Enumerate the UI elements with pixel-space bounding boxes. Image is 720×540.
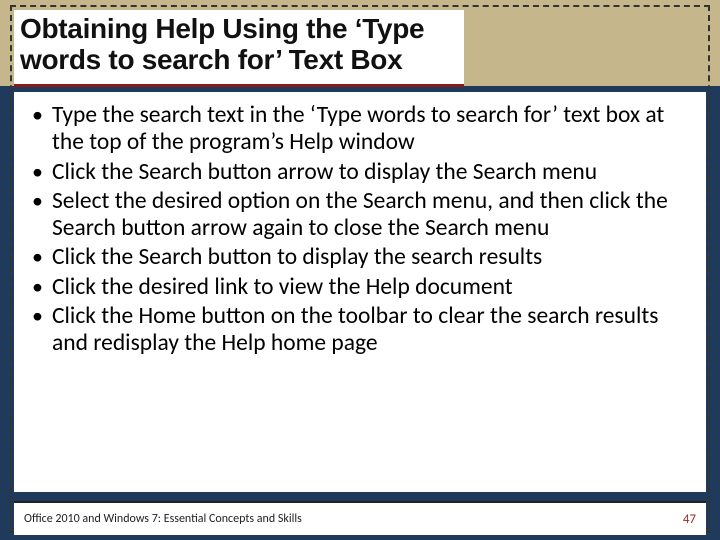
list-item: Type the search text in the ‘Type words … <box>30 102 690 157</box>
slide-content: Type the search text in the ‘Type words … <box>14 92 706 492</box>
list-item: Click the desired link to view the Help … <box>30 274 690 301</box>
slide-footer: Office 2010 and Windows 7: Essential Con… <box>14 501 706 535</box>
slide-title: Obtaining Help Using the ‘Type words to … <box>20 14 458 76</box>
list-item: Click the Search button to display the s… <box>30 244 690 271</box>
list-item: Click the Search button arrow to display… <box>30 159 690 186</box>
bullet-list: Type the search text in the ‘Type words … <box>30 102 690 357</box>
footer-text: Office 2010 and Windows 7: Essential Con… <box>24 512 302 526</box>
slide-title-box: Obtaining Help Using the ‘Type words to … <box>14 10 464 87</box>
list-item: Click the Home button on the toolbar to … <box>30 303 690 358</box>
page-number: 47 <box>683 512 696 527</box>
list-item: Select the desired option on the Search … <box>30 188 690 243</box>
